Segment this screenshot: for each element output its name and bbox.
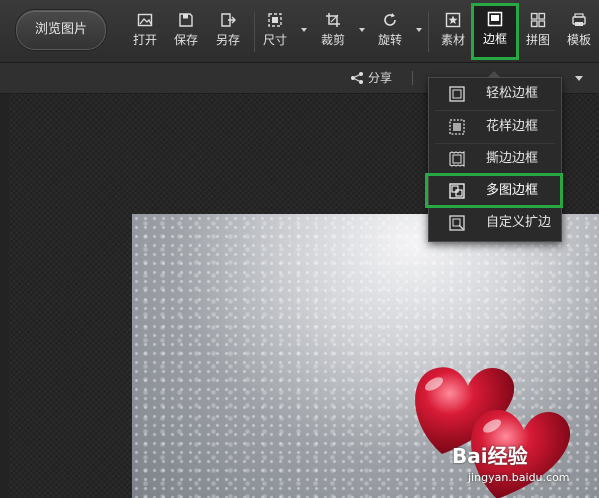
- share-label: 分享: [368, 71, 393, 85]
- resize-icon: [268, 13, 282, 27]
- collage-button[interactable]: 拼图: [518, 6, 558, 58]
- menu-item-label: 花样边框: [486, 119, 539, 134]
- menu-item-torn-edge-frame[interactable]: 撕边边框: [429, 143, 561, 174]
- multi-image-frame-icon: [449, 183, 465, 199]
- crop-label: 裁剪: [320, 33, 345, 47]
- rotate-button[interactable]: 旋转: [370, 6, 410, 58]
- crop-button[interactable]: 裁剪: [313, 6, 353, 58]
- open-label: 打开: [132, 33, 157, 47]
- collage-icon: [530, 12, 546, 28]
- resize-button[interactable]: 尺寸: [255, 6, 295, 58]
- save-icon: [179, 13, 193, 27]
- watermark-url: jingyan.baidu.com: [468, 471, 570, 484]
- dropdown-arrow: [487, 71, 501, 78]
- toolbar-divider: [428, 12, 429, 52]
- subbar-divider: [412, 71, 413, 85]
- browse-images-button[interactable]: 浏览图片: [16, 10, 106, 50]
- save-button[interactable]: 保存: [166, 6, 206, 58]
- save-as-button[interactable]: 另存: [208, 6, 248, 58]
- template-icon: [572, 13, 586, 26]
- frame-button[interactable]: 边框: [471, 3, 519, 60]
- share-button[interactable]: 分享: [350, 69, 392, 86]
- menu-item-label: 轻松边框: [486, 86, 539, 101]
- material-button[interactable]: 素材: [433, 6, 473, 58]
- save-label: 保存: [173, 33, 198, 47]
- resize-label: 尺寸: [262, 33, 287, 47]
- material-icon: [445, 12, 461, 28]
- open-button[interactable]: 打开: [125, 6, 165, 58]
- menu-item-multi-image-frame[interactable]: 多图边框: [425, 173, 563, 208]
- custom-extend-icon: [449, 215, 465, 231]
- template-button[interactable]: 模板: [559, 6, 599, 58]
- left-panel: [0, 94, 9, 498]
- frame-label: 边框: [482, 32, 507, 46]
- crop-icon: [326, 13, 340, 27]
- fancy-frame-icon: [449, 119, 465, 135]
- frame-dropdown-menu: 轻松边框 花样边框 撕边边框 多图边框 自定义扩边: [425, 71, 563, 242]
- rotate-dropdown-caret[interactable]: [416, 28, 422, 32]
- rotate-icon: [384, 13, 396, 26]
- menu-item-custom-extend[interactable]: 自定义扩边: [429, 207, 561, 238]
- share-icon: [351, 72, 363, 84]
- main-toolbar: 浏览图片 打开 保存 另存 尺寸 裁剪 旋转 素材 边框 拼图 模板: [0, 0, 599, 63]
- material-label: 素材: [440, 33, 465, 47]
- resize-dropdown-caret[interactable]: [301, 28, 307, 32]
- collage-label: 拼图: [525, 33, 550, 47]
- watermark-logo: Bai经验: [452, 444, 528, 468]
- rotate-label: 旋转: [377, 33, 402, 47]
- torn-edge-frame-icon: [449, 151, 465, 167]
- template-label: 模板: [566, 33, 591, 47]
- open-image-icon: [137, 13, 153, 27]
- simple-frame-icon: [449, 86, 465, 102]
- menu-item-label: 自定义扩边: [486, 215, 552, 230]
- save-as-icon: [221, 13, 236, 27]
- menu-item-label: 多图边框: [486, 183, 539, 198]
- frame-icon: [487, 11, 503, 27]
- menu-item-fancy-frame[interactable]: 花样边框: [429, 111, 561, 142]
- crop-dropdown-caret[interactable]: [359, 28, 365, 32]
- photo-preview: [132, 214, 599, 498]
- menu-item-simple-frame[interactable]: 轻松边框: [429, 78, 561, 109]
- save-as-label: 另存: [215, 33, 240, 47]
- subbar-dropdown-caret[interactable]: [575, 76, 583, 81]
- menu-item-label: 撕边边框: [486, 151, 539, 166]
